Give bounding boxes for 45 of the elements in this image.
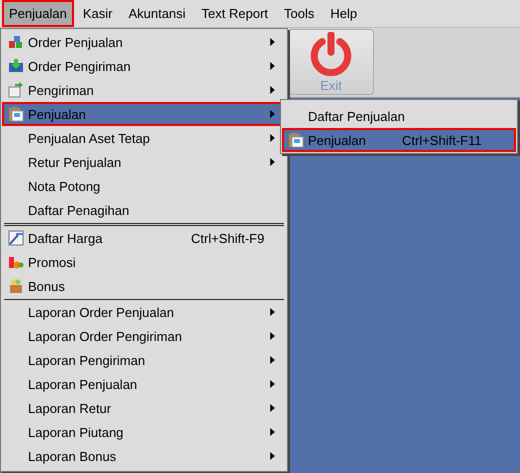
clipboard-icon bbox=[8, 106, 24, 122]
menu-bar-item[interactable]: Kasir bbox=[76, 0, 120, 27]
submenu-arrow-icon bbox=[270, 428, 275, 436]
clipboard-icon bbox=[288, 132, 304, 148]
submenu-arrow-icon bbox=[270, 356, 275, 364]
submenu-arrow-icon bbox=[270, 158, 275, 166]
submenu-arrow-icon bbox=[270, 134, 275, 142]
menu-item[interactable]: Order Pengiriman bbox=[2, 54, 286, 78]
submenu-arrow-icon bbox=[270, 404, 275, 412]
menu-item[interactable]: Daftar Harga Ctrl+Shift-F9 bbox=[2, 226, 286, 250]
power-icon bbox=[309, 32, 353, 76]
document-arrow-icon bbox=[8, 82, 24, 98]
submenu-arrow-icon bbox=[270, 110, 275, 118]
submenu-arrow-icon bbox=[270, 62, 275, 70]
submenu-arrow-icon bbox=[270, 332, 275, 340]
menu-item[interactable]: Laporan Retur bbox=[2, 396, 286, 420]
menu-item[interactable]: Retur Penjualan bbox=[2, 150, 286, 174]
menu-bar-item[interactable]: Text Report bbox=[194, 0, 276, 27]
chart-icon bbox=[8, 230, 24, 246]
menu-bar-item[interactable]: Akuntansi bbox=[121, 0, 193, 27]
menu-bar-item[interactable]: Help bbox=[323, 0, 364, 27]
menu-item[interactable]: Daftar Penagihan bbox=[2, 198, 286, 222]
menu-item[interactable]: Bonus bbox=[2, 274, 286, 298]
download-icon bbox=[8, 58, 24, 74]
menu-bar-item[interactable]: Tools bbox=[277, 0, 322, 27]
blocks-icon bbox=[8, 34, 24, 50]
menu-item[interactable]: Nota Potong bbox=[2, 174, 286, 198]
menu-item[interactable]: Penjualan Ctrl+Shift-F11 bbox=[282, 128, 516, 152]
menu-item[interactable]: Promosi bbox=[2, 250, 286, 274]
menu-item[interactable]: Laporan Order Pengiriman bbox=[2, 324, 286, 348]
menu-item[interactable]: Laporan Order Penjualan bbox=[2, 300, 286, 324]
fruit-icon bbox=[8, 254, 24, 270]
menu-item[interactable]: Pengiriman bbox=[2, 78, 286, 102]
menu-item[interactable]: Laporan Penjualan bbox=[2, 372, 286, 396]
menu-item[interactable]: Laporan Bonus bbox=[2, 444, 286, 468]
menu-item[interactable]: Order Penjualan bbox=[2, 30, 286, 54]
submenu-arrow-icon bbox=[270, 38, 275, 46]
submenu-arrow-icon bbox=[270, 452, 275, 460]
menu-item[interactable]: Laporan Piutang bbox=[2, 420, 286, 444]
submenu-arrow-icon bbox=[270, 86, 275, 94]
menu-item[interactable]: Laporan Pengiriman bbox=[2, 348, 286, 372]
submenu-arrow-icon bbox=[270, 380, 275, 388]
gift-icon bbox=[8, 278, 24, 294]
menu-bar-item[interactable]: Penjualan bbox=[2, 0, 74, 27]
submenu-arrow-icon bbox=[270, 308, 275, 316]
